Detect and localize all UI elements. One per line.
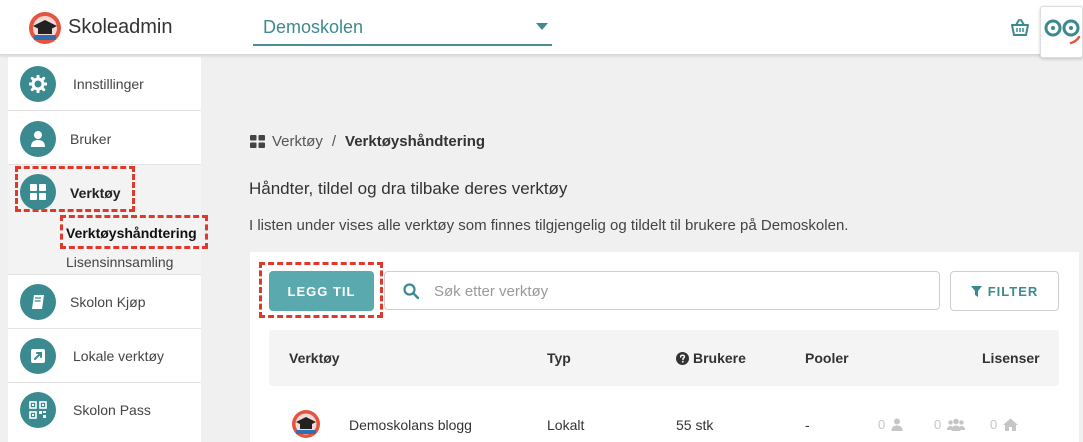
school-select-value: Demoskolen bbox=[263, 17, 364, 37]
sidebar: Innstillinger Bruker Verktøy Verktøyshån… bbox=[8, 57, 201, 442]
sidebar-item-label: Lokale verktøy bbox=[73, 348, 165, 364]
column-header-brukere[interactable]: Brukere bbox=[676, 350, 746, 366]
tool-logo-icon bbox=[292, 410, 320, 438]
breadcrumb-current: Verktøyshåndtering bbox=[345, 133, 486, 150]
table-row[interactable]: Demoskolans blogg Lokalt 55 stk - 0 0 0 bbox=[269, 400, 1059, 442]
gear-icon-circle bbox=[20, 66, 56, 102]
license-count: 0 bbox=[990, 417, 998, 432]
user-icon bbox=[891, 418, 903, 431]
search-input[interactable]: Søk etter verktøy bbox=[384, 271, 940, 310]
sidebar-item-skolon-pass[interactable]: Skolon Pass bbox=[8, 383, 201, 442]
basket-icon[interactable] bbox=[1010, 18, 1030, 38]
highlight-add-button bbox=[259, 262, 383, 318]
help-icon[interactable] bbox=[676, 351, 689, 365]
highlight-verktoyshandtering bbox=[60, 215, 208, 249]
highlight-verktoy bbox=[15, 166, 135, 212]
sidebar-item-label: Innstillinger bbox=[73, 76, 144, 92]
home-icon bbox=[1003, 418, 1019, 431]
top-bar: Skoleadmin Demoskolen bbox=[0, 0, 1083, 58]
qr-code-icon-circle bbox=[20, 392, 56, 428]
book-icon-circle bbox=[20, 284, 56, 320]
tool-type: Lokalt bbox=[547, 417, 585, 433]
filter-button-label: FILTER bbox=[987, 283, 1039, 299]
breadcrumb-separator: / bbox=[331, 133, 337, 150]
chevron-down-icon bbox=[536, 23, 548, 30]
breadcrumb-root[interactable]: Verktøy bbox=[272, 133, 323, 150]
sidebar-item-bruker[interactable]: Bruker bbox=[8, 111, 201, 165]
gear-icon bbox=[29, 75, 47, 93]
qr-code-icon bbox=[29, 401, 47, 419]
tool-users: 55 stk bbox=[676, 417, 714, 433]
school-select[interactable]: Demoskolen bbox=[253, 8, 552, 46]
license-count: 0 bbox=[934, 417, 942, 432]
sidebar-item-label: Bruker bbox=[70, 131, 112, 147]
tool-pools: - bbox=[805, 417, 810, 433]
avatar-face-icon bbox=[1044, 19, 1081, 45]
filter-icon bbox=[970, 285, 982, 297]
column-header-typ[interactable]: Typ bbox=[547, 350, 571, 366]
grid-icon bbox=[250, 135, 265, 148]
license-school-count: 0 bbox=[990, 417, 1019, 432]
search-placeholder: Søk etter verktøy bbox=[434, 283, 549, 300]
breadcrumb: Verktøy / Verktøyshåndtering bbox=[250, 133, 485, 150]
page-title: Håndter, tildel og dra tilbake deres ver… bbox=[249, 179, 568, 198]
sidebar-subitem-lisensinnsamling[interactable]: Lisensinnsamling bbox=[66, 254, 173, 270]
tool-name[interactable]: Demoskolans blogg bbox=[349, 417, 472, 433]
sidebar-item-skolon-kjop[interactable]: Skolon Kjøp bbox=[8, 275, 201, 329]
user-icon bbox=[31, 131, 45, 147]
external-link-icon-circle bbox=[20, 338, 56, 374]
skoleadmin-logo-icon[interactable] bbox=[28, 11, 62, 45]
sidebar-item-label: Skolon Pass bbox=[73, 402, 151, 418]
sidebar-item-lokale-verktoy[interactable]: Lokale verktøy bbox=[8, 329, 201, 383]
sidebar-item-label: Skolon Kjøp bbox=[70, 294, 146, 310]
table-header: Verktøy Typ Brukere Pooler Lisenser bbox=[269, 330, 1059, 386]
sidebar-item-innstillinger[interactable]: Innstillinger bbox=[8, 57, 201, 111]
license-user-count: 0 bbox=[878, 417, 903, 432]
column-header-label: Brukere bbox=[693, 350, 746, 366]
column-header-pooler[interactable]: Pooler bbox=[805, 350, 849, 366]
column-header-lisenser[interactable]: Lisenser bbox=[982, 350, 1040, 366]
user-avatar[interactable] bbox=[1040, 6, 1083, 58]
search-icon bbox=[403, 283, 419, 299]
external-link-icon bbox=[31, 349, 45, 363]
license-group-count: 0 bbox=[934, 417, 966, 432]
book-icon bbox=[32, 295, 44, 309]
user-icon-circle bbox=[20, 121, 56, 157]
column-header-verktoy[interactable]: Verktøy bbox=[289, 350, 340, 366]
app-title[interactable]: Skoleadmin bbox=[68, 16, 173, 39]
filter-button[interactable]: FILTER bbox=[950, 271, 1059, 311]
group-icon bbox=[947, 418, 966, 431]
page-description: I listen under vises alle verktøy som fi… bbox=[249, 217, 849, 234]
license-count: 0 bbox=[878, 417, 886, 432]
